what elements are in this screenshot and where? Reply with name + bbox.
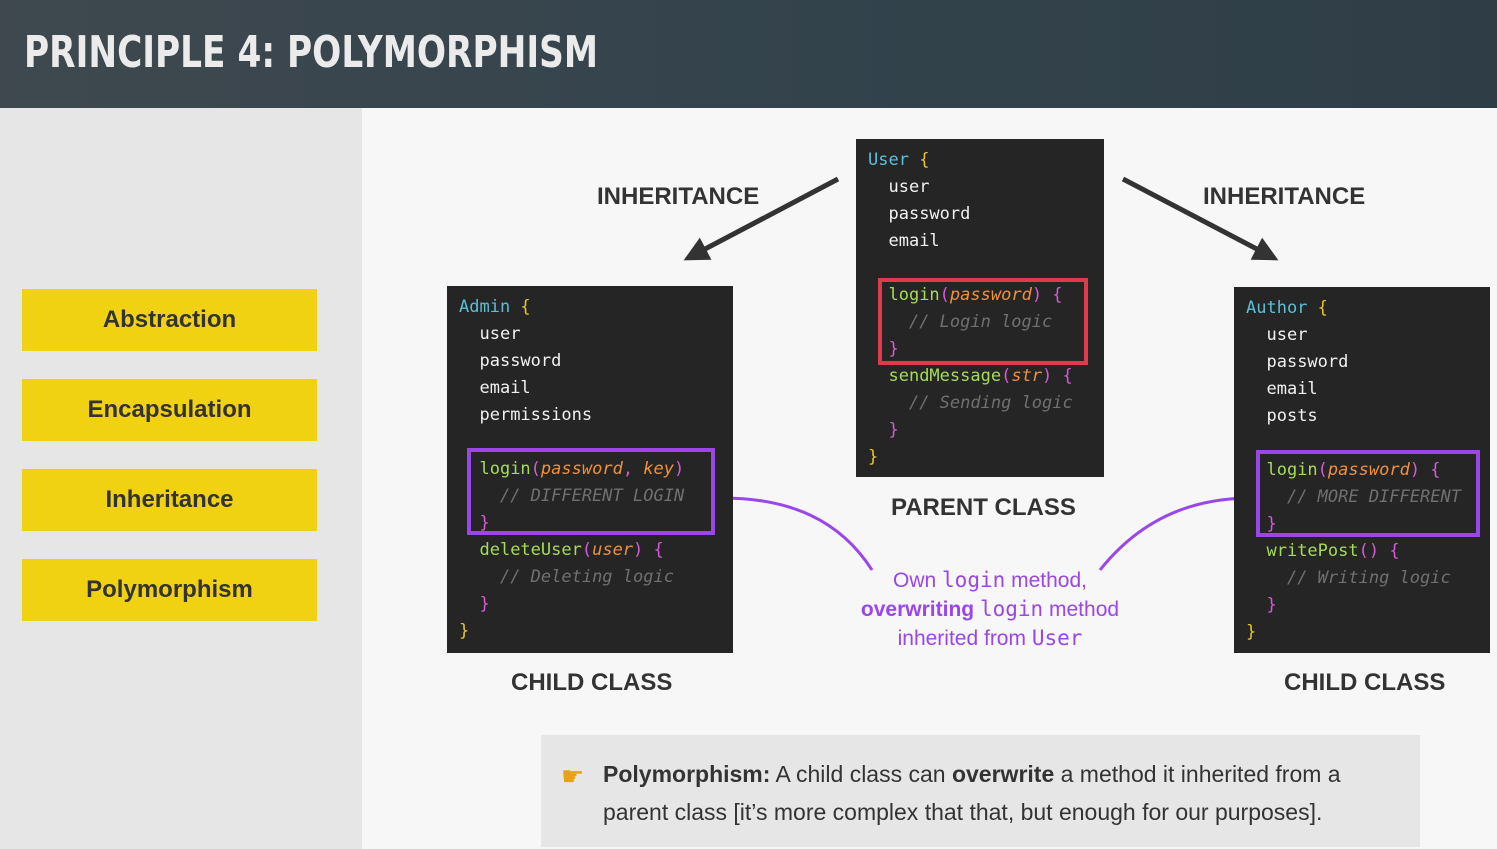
parent-send-comment: // Sending logic — [908, 393, 1073, 413]
admin-delete-param: user — [592, 540, 634, 560]
admin-delete-comment: // Deleting logic — [499, 567, 674, 587]
note-body: A child class can — [770, 761, 952, 787]
parent-send-fn: sendMessage — [888, 366, 1002, 386]
child-class-label-right: CHILD CLASS — [1284, 669, 1446, 696]
parent-field: user — [888, 177, 930, 197]
parent-send-param: str — [1011, 366, 1043, 386]
author-class-name: Author — [1246, 298, 1308, 318]
admin-field: user — [479, 324, 521, 344]
callout-text: inherited from — [897, 627, 1032, 650]
note-term: Polymorphism: — [603, 761, 771, 787]
callout-arrow-left — [719, 492, 874, 571]
author-field: posts — [1266, 406, 1318, 426]
callout-text: method, — [1005, 569, 1087, 592]
author-field: password — [1266, 352, 1349, 372]
definition-note: ☛ Polymorphism: A child class can overwr… — [541, 735, 1420, 847]
admin-delete-fn: deleteUser — [479, 540, 582, 560]
note-emphasis: overwrite — [951, 761, 1055, 787]
admin-class-name: Admin — [459, 297, 511, 317]
note-text: Polymorphism: A child class can overwrit… — [603, 755, 1403, 831]
admin-login-highlight — [467, 448, 715, 535]
author-write-fn: writePost — [1266, 541, 1359, 561]
callout-bold: overwriting — [860, 598, 975, 621]
child-class-label-left: CHILD CLASS — [511, 669, 673, 696]
author-field: email — [1266, 379, 1318, 399]
admin-field: permissions — [479, 405, 593, 425]
inheritance-label-left: INHERITANCE — [597, 183, 760, 210]
author-write-comment: // Writing logic — [1286, 568, 1451, 588]
callout-code: User — [1031, 626, 1083, 650]
admin-field: password — [479, 351, 562, 371]
parent-class-label: PARENT CLASS — [891, 494, 1076, 521]
parent-field: email — [888, 231, 940, 251]
callout-code: login — [979, 597, 1044, 621]
pointing-hand-icon: ☛ — [561, 761, 585, 791]
author-field: user — [1266, 325, 1308, 345]
callout-text: Own — [893, 569, 943, 592]
admin-field: email — [479, 378, 531, 398]
callout-code: login — [942, 568, 1006, 592]
callout-arrow-right — [1098, 492, 1255, 571]
parent-field: password — [888, 204, 971, 224]
parent-login-highlight — [878, 278, 1088, 365]
author-login-highlight — [1256, 450, 1480, 537]
inheritance-label-right: INHERITANCE — [1203, 183, 1366, 210]
overwrite-callout: Own login method, overwriting login meth… — [840, 566, 1140, 653]
parent-class-name: User — [868, 150, 909, 170]
callout-text: method — [1043, 598, 1120, 621]
